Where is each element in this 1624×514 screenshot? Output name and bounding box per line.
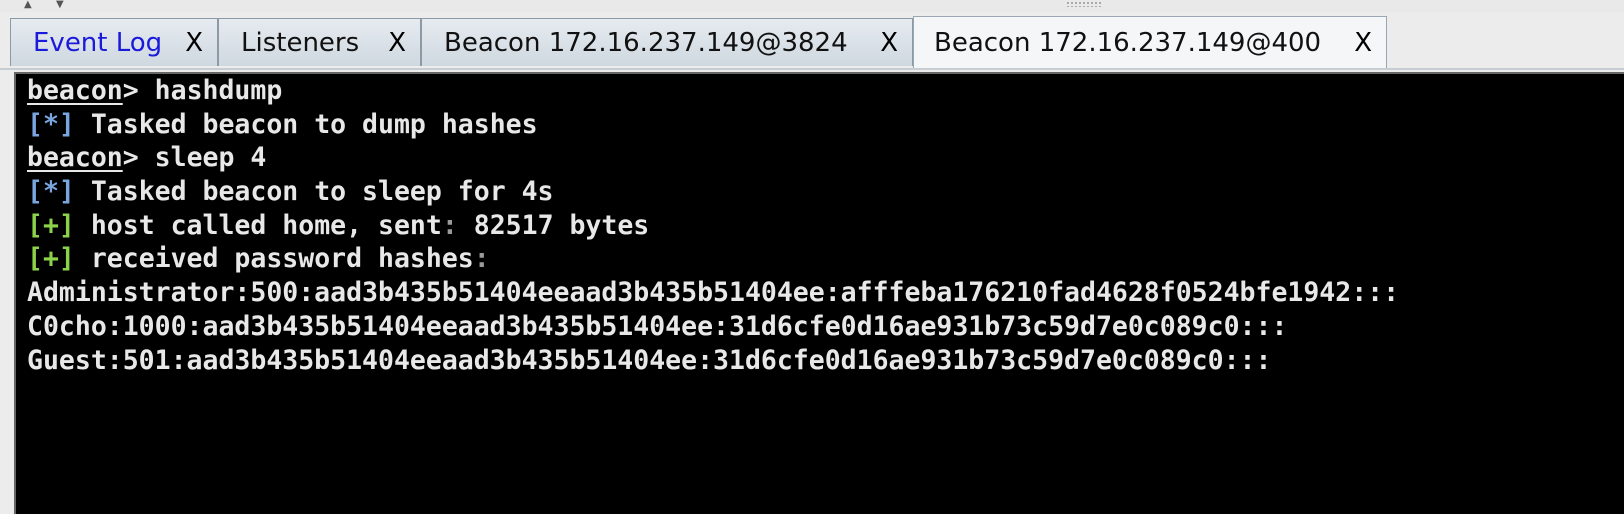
console-line: beacon> sleep 4 bbox=[27, 141, 1624, 175]
console-line: beacon> hashdump bbox=[27, 74, 1624, 108]
tab-listeners[interactable]: Listeners X bbox=[218, 18, 421, 66]
tab-bar: Event Log X Listeners X Beacon 172.16.23… bbox=[0, 12, 1624, 73]
console-message: host called home, sent bbox=[74, 209, 442, 241]
tab-label: Beacon 172.16.237.149@400 bbox=[934, 27, 1322, 58]
console-message-tail: 82517 bytes bbox=[457, 209, 650, 241]
scroll-up-arrow-icon[interactable]: ▲ bbox=[24, 0, 32, 10]
top-strip: ▲ ▼ bbox=[0, 0, 1624, 12]
console-message: Tasked beacon to sleep for 4s bbox=[74, 176, 554, 208]
hash-entry: Guest:501:aad3b435b51404eeaad3b435b51404… bbox=[27, 344, 1272, 376]
console-line: [*] Tasked beacon to dump hashes bbox=[27, 108, 1624, 142]
tab-label: Beacon 172.16.237.149@3824 bbox=[444, 27, 848, 58]
tab-label: Listeners bbox=[241, 27, 360, 58]
console-prompt: beacon bbox=[27, 75, 123, 106]
console-line: Guest:501:aad3b435b51404eeaad3b435b51404… bbox=[27, 344, 1624, 378]
tab-beacon-400[interactable]: Beacon 172.16.237.149@400 X bbox=[913, 16, 1387, 68]
console-line: [*] Tasked beacon to sleep for 4s bbox=[27, 175, 1624, 209]
success-marker: [+] bbox=[27, 243, 75, 275]
scroll-down-arrow-icon[interactable]: ▼ bbox=[56, 0, 64, 10]
tab-divider bbox=[0, 68, 1624, 70]
close-tab-button[interactable]: X bbox=[185, 28, 203, 58]
prompt-separator: > bbox=[122, 142, 155, 174]
tab-beacon-3824[interactable]: Beacon 172.16.237.149@3824 X bbox=[421, 18, 913, 66]
split-drag-handle[interactable] bbox=[1066, 1, 1102, 7]
hash-entry: Administrator:500:aad3b435b51404eeaad3b4… bbox=[27, 277, 1400, 309]
tab-event-log[interactable]: Event Log X bbox=[10, 18, 218, 66]
close-tab-button[interactable]: X bbox=[1354, 28, 1372, 58]
success-marker: [+] bbox=[27, 209, 75, 241]
info-marker: [*] bbox=[27, 108, 75, 140]
console-line: Administrator:500:aad3b435b51404eeaad3b4… bbox=[27, 276, 1624, 310]
console-message: Tasked beacon to dump hashes bbox=[74, 108, 538, 140]
hash-entry: C0cho:1000:aad3b435b51404eeaad3b435b5140… bbox=[27, 310, 1288, 342]
message-separator: : bbox=[473, 243, 490, 275]
beacon-console-output[interactable]: beacon> hashdump [*] Tasked beacon to dum… bbox=[14, 72, 1624, 514]
close-tab-button[interactable]: X bbox=[388, 28, 406, 58]
console-line: [+] host called home, sent: 82517 bytes bbox=[27, 209, 1624, 243]
console-message: received password hashes bbox=[74, 243, 474, 275]
close-tab-button[interactable]: X bbox=[880, 28, 898, 58]
console-line: C0cho:1000:aad3b435b51404eeaad3b435b5140… bbox=[27, 310, 1624, 344]
tab-label: Event Log bbox=[33, 27, 163, 58]
console-command: hashdump bbox=[154, 75, 283, 106]
prompt-separator: > bbox=[122, 75, 155, 106]
console-prompt: beacon bbox=[27, 142, 123, 174]
console-command: sleep 4 bbox=[154, 142, 267, 174]
info-marker: [*] bbox=[27, 176, 75, 208]
console-line: [+] received password hashes: bbox=[27, 242, 1624, 276]
message-separator: : bbox=[441, 209, 458, 241]
